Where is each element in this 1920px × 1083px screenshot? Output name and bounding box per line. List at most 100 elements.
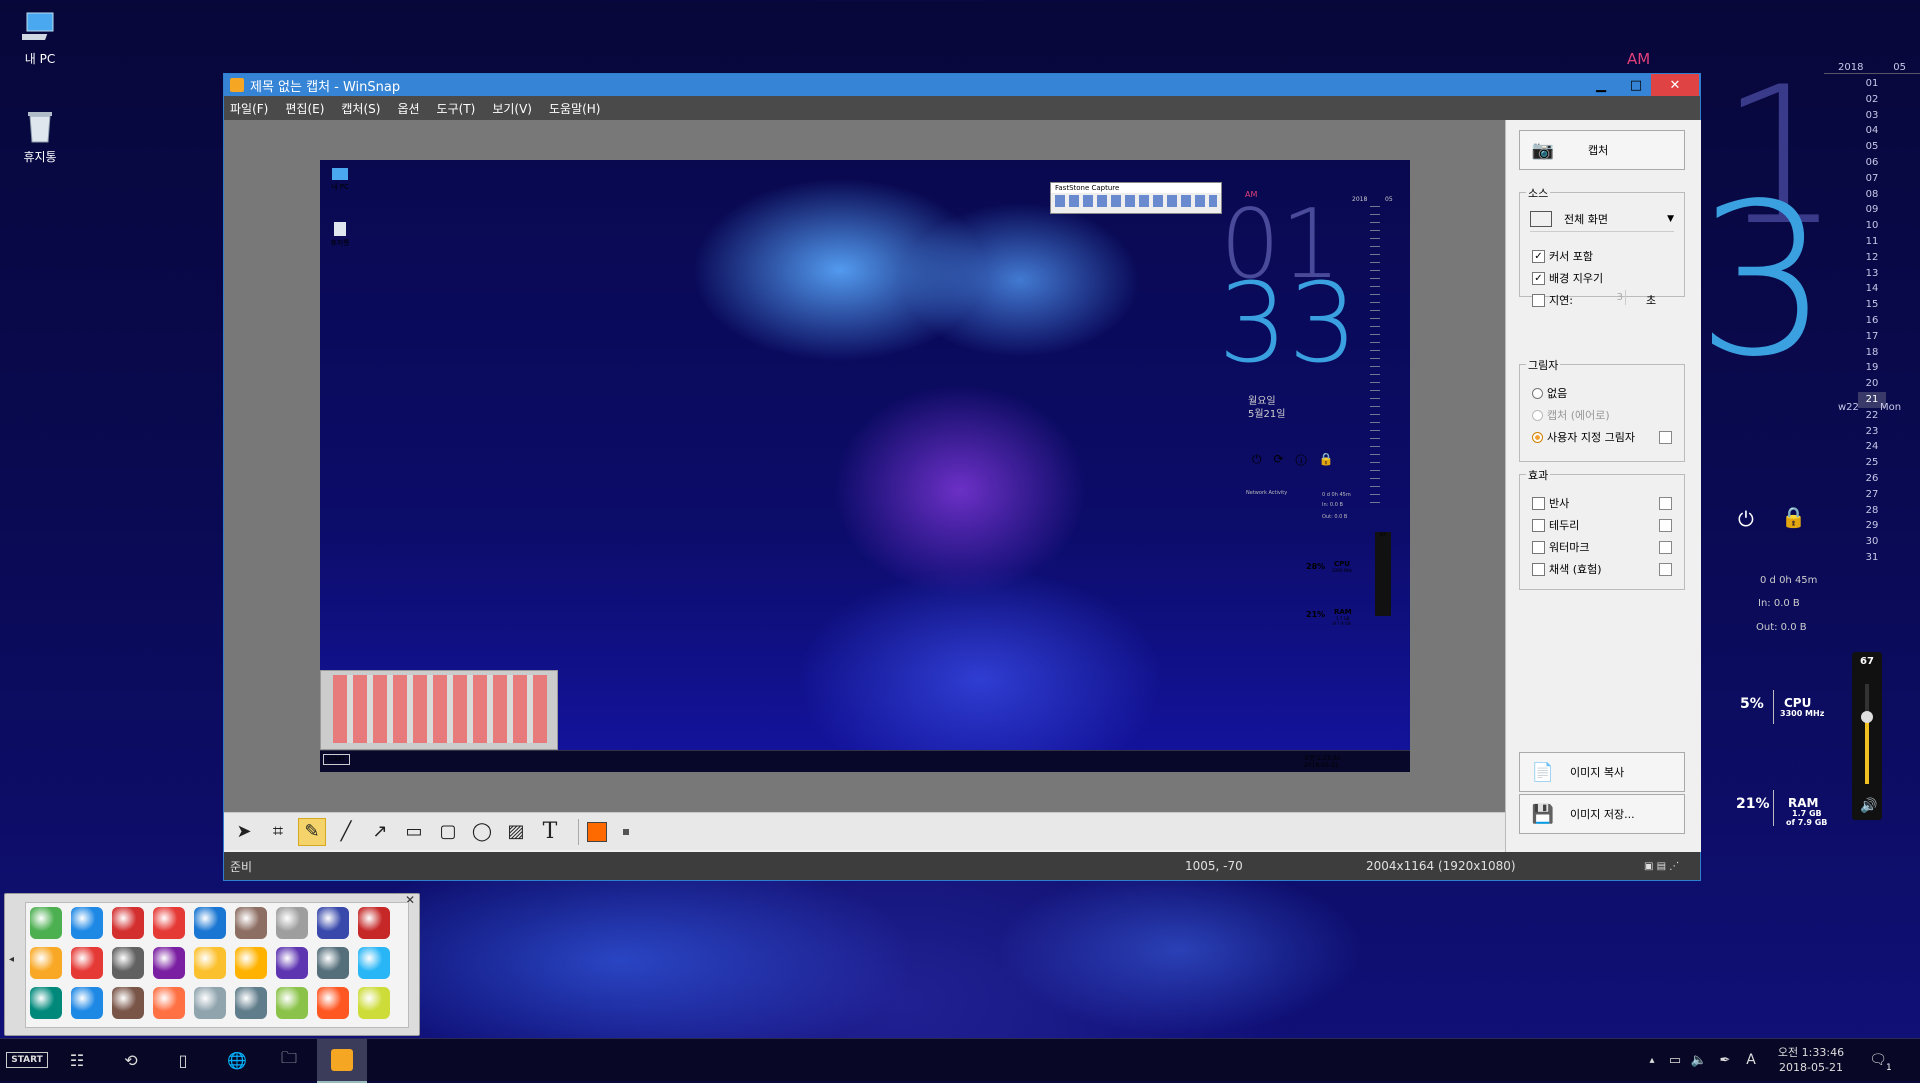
launcher-app-icon[interactable]	[317, 987, 349, 1019]
watermark-settings-button[interactable]	[1659, 541, 1672, 554]
task-view-icon[interactable]: ☷	[60, 1039, 94, 1081]
hatch-tool-icon[interactable]: ▨	[502, 818, 530, 846]
launcher-app-icon[interactable]	[194, 947, 226, 979]
rounded-rectangle-tool-icon[interactable]: ▢	[434, 818, 462, 846]
ellipse-tool-icon[interactable]: ◯	[468, 818, 496, 846]
power-icon[interactable]: ⏻	[1738, 507, 1754, 531]
include-cursor-checkbox[interactable]: ✓ 커서 포함	[1532, 248, 1593, 264]
launcher-app-icon[interactable]	[112, 907, 144, 939]
launcher-app-icon[interactable]	[153, 907, 185, 939]
launcher-app-icon[interactable]	[276, 947, 308, 979]
save-image-button[interactable]: 💾 이미지 저장...	[1519, 794, 1685, 834]
launcher-app-icon[interactable]	[112, 987, 144, 1019]
lock-icon[interactable]: 🔒	[1781, 505, 1806, 529]
color-settings-button[interactable]	[1659, 563, 1672, 576]
delay-stepper[interactable]: 3	[1608, 290, 1634, 305]
volume-knob[interactable]	[1861, 711, 1873, 723]
menu-view[interactable]: 보기(V)	[492, 100, 532, 117]
winsnap-taskbar-button[interactable]	[317, 1039, 367, 1083]
menu-edit[interactable]: 편집(E)	[285, 100, 324, 117]
launcher-app-icon[interactable]	[358, 947, 390, 979]
launcher-app-icon[interactable]	[194, 987, 226, 1019]
text-tool-icon[interactable]: T	[536, 818, 564, 846]
copy-image-button[interactable]: 📄 이미지 복사	[1519, 752, 1685, 792]
menu-file[interactable]: 파일(F)	[230, 100, 268, 117]
start-button[interactable]: START	[3, 1039, 51, 1081]
launcher-app-icon[interactable]	[358, 987, 390, 1019]
capture-button[interactable]: 📷 캡처	[1519, 130, 1685, 170]
effect-border-checkbox[interactable]: 테두리	[1532, 517, 1579, 533]
launcher-app-icon[interactable]	[112, 947, 144, 979]
title-bar[interactable]: 제목 없는 캡처 - WinSnap ▁ □ ✕	[224, 74, 1700, 96]
desktop-icon-pc[interactable]: 내 PC	[0, 10, 80, 67]
phone-icon[interactable]: ▯	[166, 1039, 200, 1081]
calendar-day: 26	[1865, 472, 1879, 484]
captured-screenshot-preview[interactable]: 내 PC 휴지통 FastStone Capture AM 01 33 월요일 …	[320, 160, 1410, 772]
launcher-app-icon[interactable]	[153, 947, 185, 979]
volume-icon[interactable]: 🔈	[1688, 1039, 1710, 1081]
calendar-day: 31	[1865, 551, 1879, 563]
border-settings-button[interactable]	[1659, 519, 1672, 532]
launcher-app-icon[interactable]	[317, 907, 349, 939]
effect-reflect-checkbox[interactable]: 반사	[1532, 495, 1569, 511]
launcher-app-icon[interactable]	[317, 947, 349, 979]
shadow-custom-radio[interactable]: 사용자 지정 그림자	[1532, 429, 1635, 445]
launcher-app-icon[interactable]	[358, 907, 390, 939]
effect-watermark-checkbox[interactable]: 워터마크	[1532, 539, 1589, 555]
arrow-tool-icon[interactable]: ↗	[366, 818, 394, 846]
launcher-app-icon[interactable]	[30, 907, 62, 939]
launcher-app-icon[interactable]	[194, 907, 226, 939]
window-title: 제목 없는 캡처 - WinSnap	[250, 79, 401, 95]
crop-tool-icon[interactable]: ⌗	[264, 818, 292, 846]
canvas-area[interactable]: 내 PC 휴지통 FastStone Capture AM 01 33 월요일 …	[224, 120, 1505, 812]
menu-options[interactable]: 옵션	[397, 100, 419, 117]
pen-tool-icon[interactable]: ✎	[298, 817, 326, 846]
refresh-icon[interactable]: ⟲	[114, 1039, 148, 1081]
launcher-app-icon[interactable]	[71, 907, 103, 939]
desktop-icon-recycle-bin[interactable]: 휴지통	[0, 108, 80, 165]
launcher-app-icon[interactable]	[276, 907, 308, 939]
globe-icon[interactable]: 🌐	[220, 1039, 254, 1081]
launcher-app-icon[interactable]	[276, 987, 308, 1019]
calendar-day: 29	[1865, 520, 1879, 532]
file-explorer-icon[interactable]: 🗀	[272, 1039, 306, 1081]
launcher-app-icon[interactable]	[235, 987, 267, 1019]
preview-faststone-window: FastStone Capture	[1050, 182, 1222, 214]
launcher-app-icon[interactable]	[71, 947, 103, 979]
menu-capture[interactable]: 캡처(S)	[341, 100, 380, 117]
line-width-picker[interactable]	[623, 828, 629, 835]
launcher-app-icon[interactable]	[153, 987, 185, 1019]
shadow-aero-radio[interactable]: 캡처 (에어로)	[1532, 407, 1610, 423]
select-tool-icon[interactable]: ➤	[230, 818, 258, 846]
input-method-indicator[interactable]: A	[1740, 1039, 1762, 1081]
launcher-app-icon[interactable]	[235, 907, 267, 939]
color-swatch[interactable]	[587, 821, 607, 842]
line-tool-icon[interactable]: ╱	[332, 818, 360, 846]
preview-taskbar-date: 2018-05-21	[1304, 762, 1339, 769]
network-icon[interactable]: ▭	[1664, 1039, 1686, 1081]
shadow-title: 그림자	[1526, 357, 1561, 373]
app-launcher: ◂ ✕	[4, 893, 420, 1036]
close-button[interactable]: ✕	[1651, 74, 1699, 96]
taskbar-clock[interactable]: 오전 1:33:46 2018-05-21	[1770, 1039, 1852, 1081]
pen-icon[interactable]: ✒	[1714, 1039, 1736, 1081]
launcher-app-icon[interactable]	[71, 987, 103, 1019]
tray-overflow-icon[interactable]: ▴	[1644, 1039, 1660, 1081]
rectangle-tool-icon[interactable]: ▭	[400, 818, 428, 846]
launcher-grid	[25, 902, 409, 1028]
notification-icon[interactable]: 🗨	[1864, 1039, 1892, 1081]
shadow-none-radio[interactable]: 없음	[1532, 385, 1567, 401]
launcher-app-icon[interactable]	[235, 947, 267, 979]
menu-tools[interactable]: 도구(T)	[437, 100, 476, 117]
menu-help[interactable]: 도움말(H)	[549, 100, 601, 117]
source-select[interactable]: 전체 화면 ▼	[1530, 207, 1674, 232]
volume-slider[interactable]: 67 🔊	[1852, 652, 1882, 820]
launcher-app-icon[interactable]	[30, 987, 62, 1019]
launcher-collapse-arrow[interactable]: ◂	[9, 954, 14, 965]
reflect-settings-button[interactable]	[1659, 497, 1672, 510]
effect-color-checkbox[interactable]: 채색 (효험)	[1532, 561, 1602, 577]
delay-checkbox[interactable]: 지연:	[1532, 292, 1573, 308]
launcher-app-icon[interactable]	[30, 947, 62, 979]
shadow-settings-button[interactable]	[1659, 431, 1672, 444]
clear-background-checkbox[interactable]: ✓ 배경 지우기	[1532, 270, 1603, 286]
